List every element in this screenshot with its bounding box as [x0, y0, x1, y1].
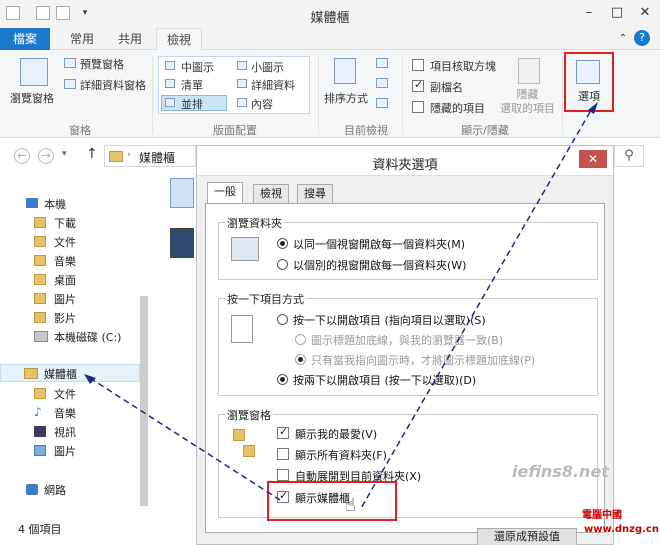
watermark-site1: iefins8.net — [512, 462, 609, 481]
options-to-checkbox-line — [359, 111, 591, 511]
watermark-site2: 電腦中國 — [582, 510, 622, 521]
watermark-site3: www.dnzg.cn — [584, 524, 659, 535]
libraries-to-checkbox-line — [89, 377, 281, 501]
arrowhead-libraries — [84, 374, 96, 384]
